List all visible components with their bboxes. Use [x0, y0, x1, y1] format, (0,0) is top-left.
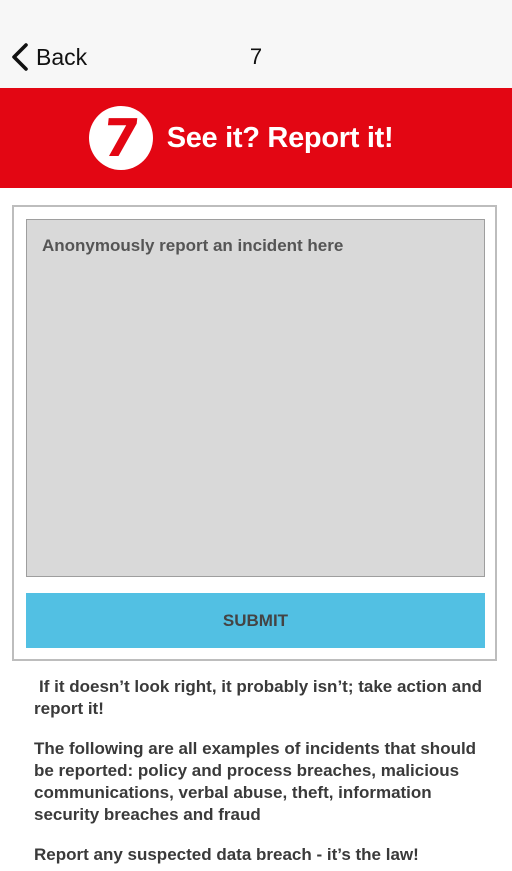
incident-report-textarea[interactable]: Anonymously report an incident here [26, 219, 485, 577]
report-banner: 7 See it? Report it! [0, 88, 512, 188]
info-paragraph-3: Report any suspected data breach - it’s … [34, 845, 419, 864]
page-title: 7 [249, 44, 263, 69]
report-form: Anonymously report an incident here SUBM… [12, 205, 497, 661]
textarea-placeholder: Anonymously report an incident here [42, 236, 344, 255]
info-paragraph-2: The following are all examples of incide… [34, 739, 477, 824]
seven-logo-icon: 7 [88, 106, 153, 170]
logo-number: 7 [99, 109, 142, 169]
navigation-bar: Back 7 [0, 0, 512, 88]
info-paragraph-1: If it doesn’t look right, it probably is… [34, 677, 482, 718]
info-text: If it doesn’t look right, it probably is… [34, 676, 484, 871]
submit-button[interactable]: SUBMIT [26, 593, 485, 648]
banner-slogan: See it? Report it! [166, 121, 394, 154]
